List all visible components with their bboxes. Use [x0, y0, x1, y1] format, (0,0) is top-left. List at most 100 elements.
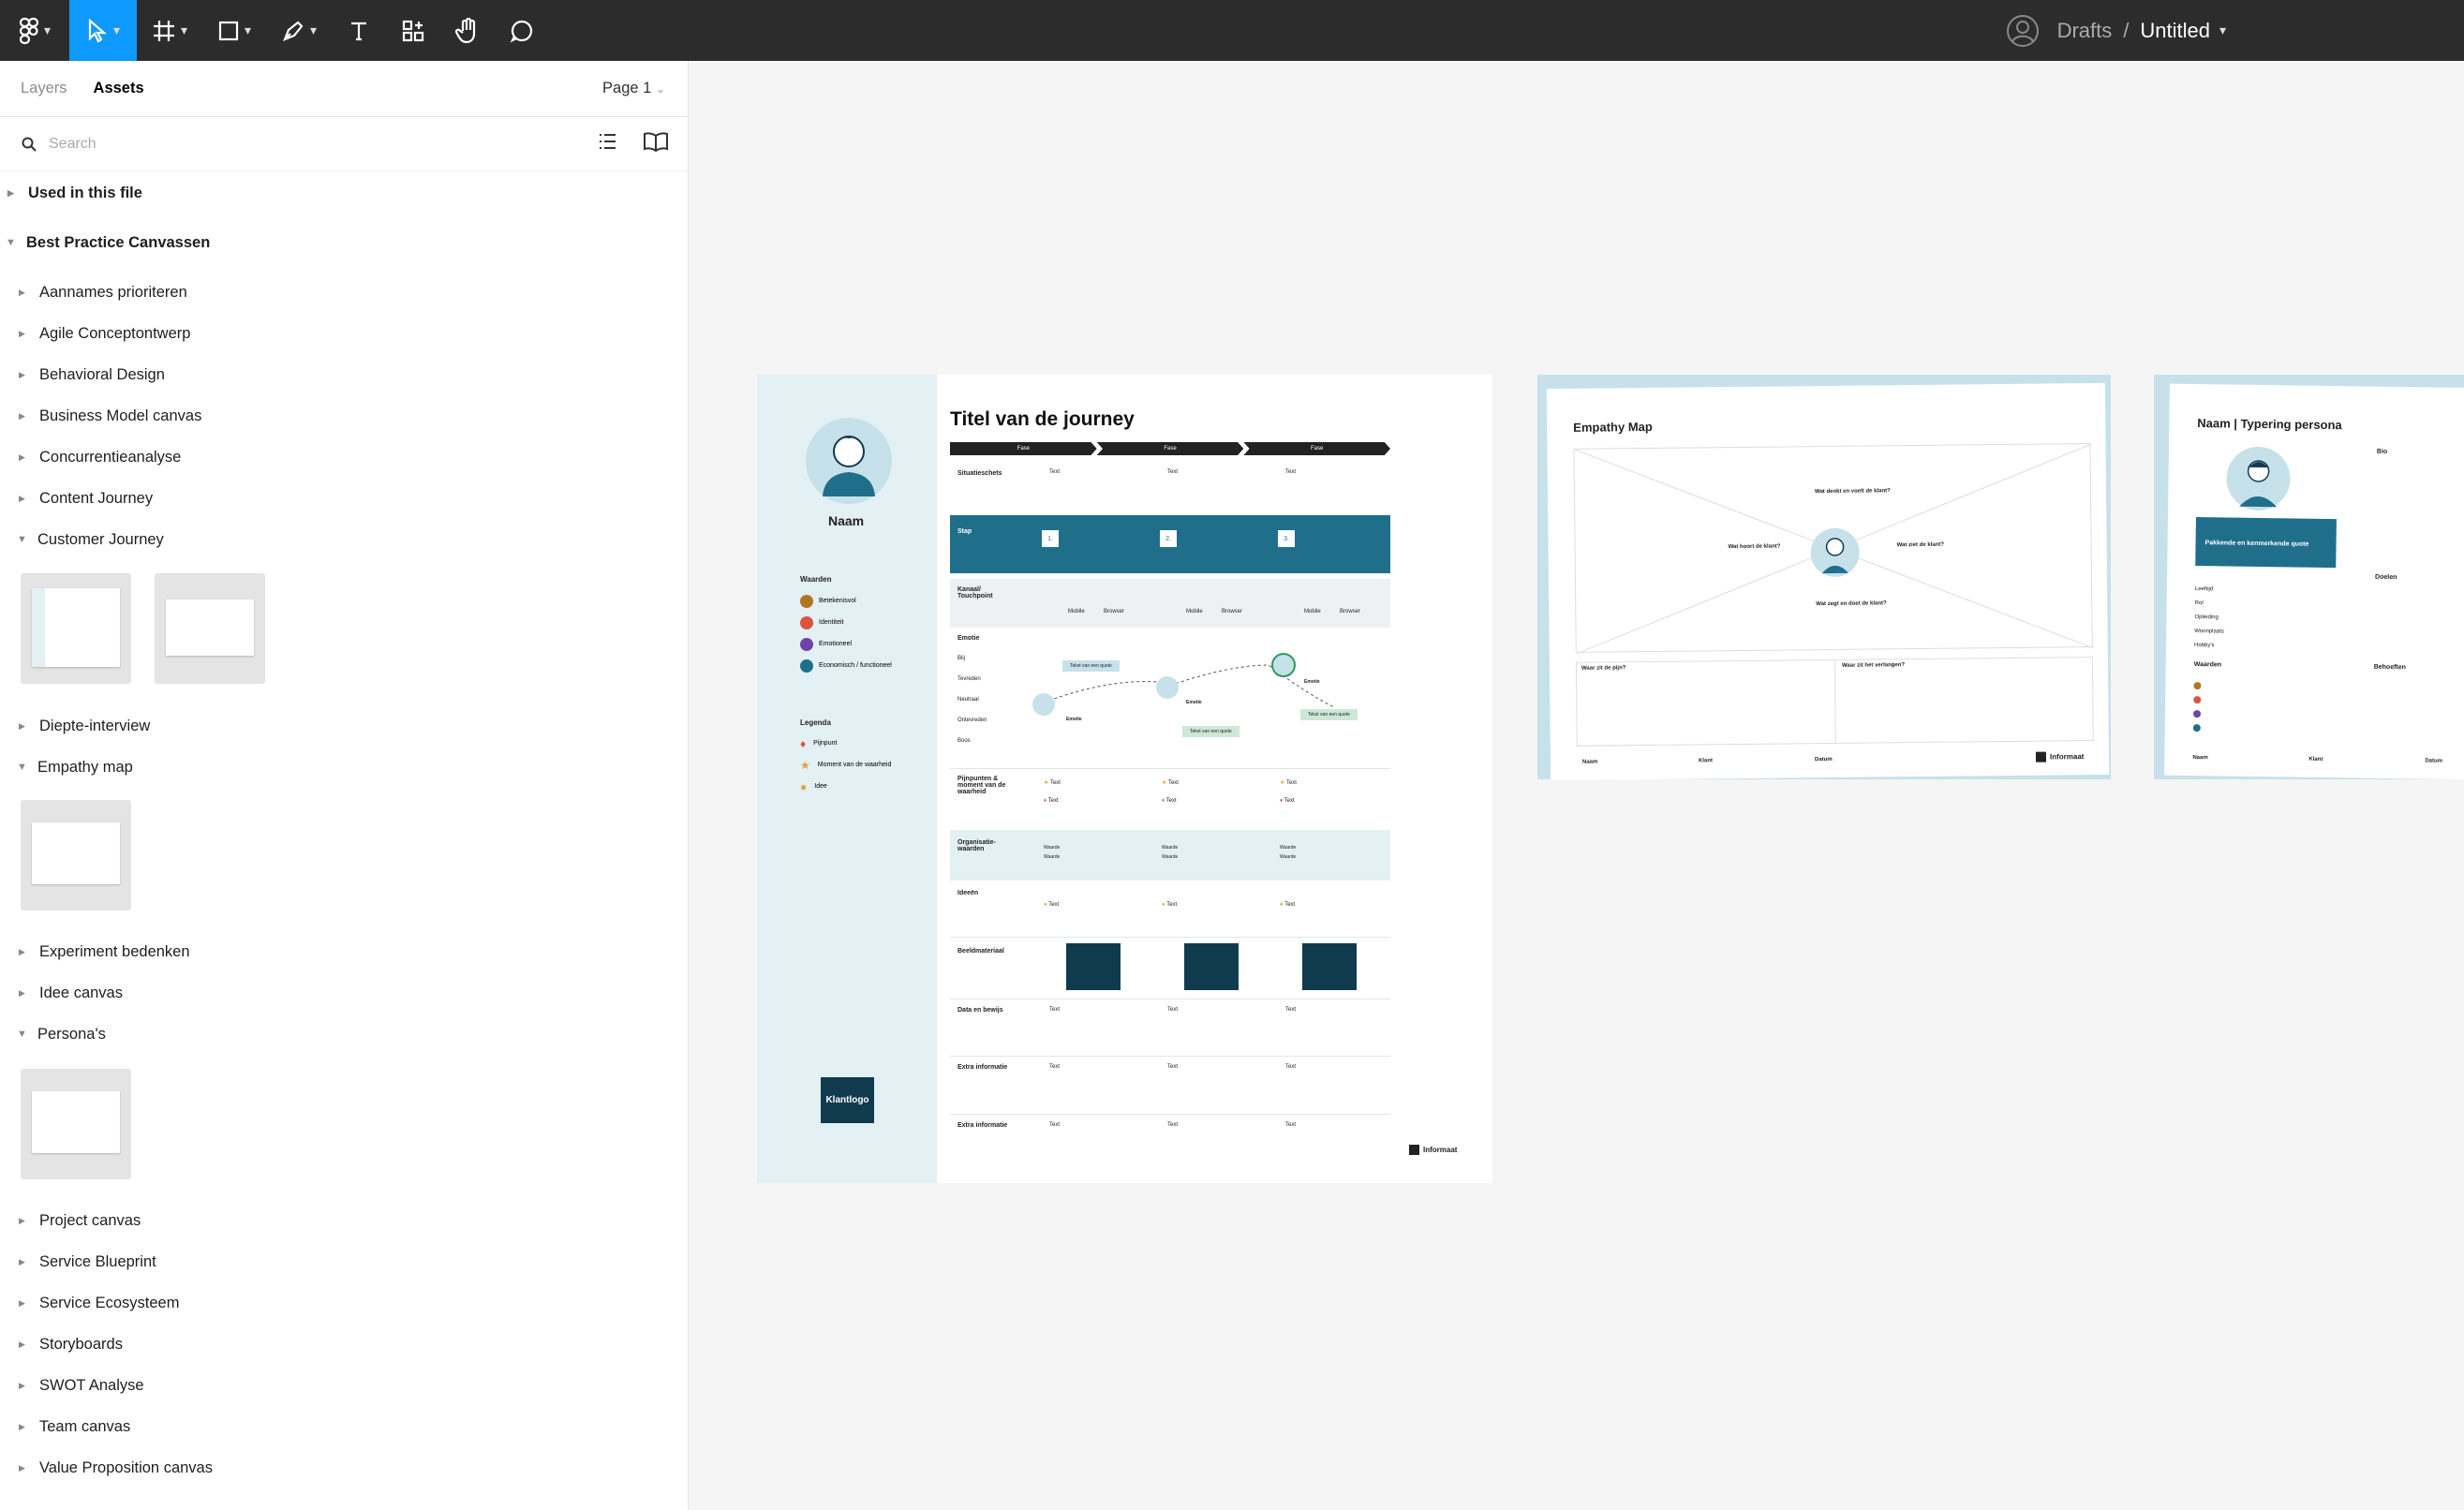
resources-icon: [402, 20, 424, 41]
list-item-label: Aannames prioriteren: [39, 283, 187, 301]
row-label: Data en bewijs: [957, 1007, 1003, 1014]
divider: [950, 937, 1390, 938]
waarde-item: Economisch / functioneel: [800, 655, 892, 676]
channel-label: Browser: [1222, 609, 1243, 614]
thumbnail-preview: [32, 588, 120, 667]
pain-label: Waar zit de pijn?: [1581, 665, 1626, 672]
list-item[interactable]: ▶ Project canvas: [19, 1207, 141, 1235]
file-title[interactable]: Untitled: [2140, 19, 2210, 43]
list-item[interactable]: ▶ Aannames prioriteren: [19, 278, 187, 306]
resources-tool-button[interactable]: [386, 0, 440, 61]
list-item[interactable]: ▼ Persona's: [17, 1020, 106, 1048]
list-item[interactable]: ▶ Value Proposition canvas: [19, 1454, 213, 1482]
user-avatar-icon[interactable]: [2005, 13, 2041, 49]
frame-tool-button[interactable]: ▾: [137, 0, 202, 61]
list-item[interactable]: ▼ Customer Journey: [17, 526, 164, 554]
persona-name: Naam: [828, 513, 865, 528]
component-thumbnail[interactable]: [155, 573, 265, 684]
emotie-tag: Emotie: [1066, 717, 1082, 722]
caret-right-icon: ▶: [7, 187, 14, 198]
list-item[interactable]: ▶ Behavioral Design: [19, 361, 165, 389]
lightbulb-icon: ●: [1044, 902, 1047, 908]
list-item[interactable]: ▼ Empathy map: [17, 753, 133, 781]
comment-tool-button[interactable]: [495, 0, 549, 61]
caret-right-icon: ▶: [19, 987, 25, 998]
text-icon: [351, 22, 366, 40]
legenda-item: ● Idee: [800, 776, 891, 797]
footer-field: Klant: [2308, 756, 2323, 762]
row-label: Extra informatie: [957, 1064, 1008, 1071]
list-item[interactable]: ▶ Concurrentieanalyse: [19, 443, 181, 471]
list-item[interactable]: ▶ Agile Conceptontwerp: [19, 319, 190, 348]
row-label: Extra informatie: [957, 1122, 1008, 1129]
star-icon: ★: [1280, 780, 1285, 786]
legenda-list: ♦ Pijnpunt ★ Moment van de waarheid ● Idee: [800, 733, 891, 797]
phase-bar: Fase Fase Fase: [950, 442, 1391, 455]
list-item[interactable]: ▶ Service Ecosysteem: [19, 1289, 179, 1317]
component-thumbnail[interactable]: [21, 800, 131, 910]
shape-tool-button[interactable]: ▾: [202, 0, 266, 61]
caret-right-icon: ▶: [19, 1339, 25, 1349]
list-item[interactable]: ▶ Diepte-interview: [19, 712, 150, 740]
cell-text: Text: [1167, 469, 1179, 475]
page-selector[interactable]: Page 1 ⌄: [602, 80, 665, 97]
search-row: [0, 117, 688, 171]
list-item[interactable]: ▶ Storyboards: [19, 1330, 123, 1358]
tab-assets[interactable]: Assets: [94, 80, 144, 97]
list-item[interactable]: ▶ Business Model canvas: [19, 402, 201, 430]
waarde-label: Betekenisvol: [819, 598, 856, 604]
main-menu-button[interactable]: ▾: [0, 0, 69, 61]
move-tool-button[interactable]: ▾: [69, 0, 137, 61]
lightbulb-icon: ●: [1280, 902, 1284, 908]
field-label: Woonplaats: [2194, 629, 2224, 635]
chevron-down-icon[interactable]: ▾: [2219, 22, 2226, 38]
cell-text-label: Text: [1166, 902, 1178, 908]
list-item-label: Project canvas: [39, 1211, 141, 1229]
list-item[interactable]: ▶ Service Blueprint: [19, 1248, 156, 1276]
tab-layers[interactable]: Layers: [21, 80, 67, 97]
list-item[interactable]: ▶ Team canvas: [19, 1413, 130, 1441]
component-thumbnail[interactable]: [21, 1069, 131, 1179]
hand-tool-button[interactable]: [440, 0, 495, 61]
list-item[interactable]: ▶ SWOT Analyse: [19, 1371, 144, 1399]
field-label: Leeftijd: [2194, 586, 2214, 593]
search-input[interactable]: [49, 135, 517, 153]
empathy-map-frame[interactable]: Empathy Map Wat denkt en voelt de klant?…: [1537, 375, 2111, 781]
thumbnail-preview: [166, 600, 254, 656]
list-item[interactable]: ▶ Experiment bedenken: [19, 938, 190, 966]
breadcrumb-separator: /: [2123, 18, 2130, 42]
waarde-item: Betekenisvol: [800, 590, 892, 612]
list-item-label: Concurrentieanalyse: [39, 448, 182, 466]
journey-frame[interactable]: Naam Waarden Betekenisvol Identiteit Emo…: [757, 375, 1492, 1183]
drafts-link[interactable]: Drafts: [2057, 19, 2113, 43]
gain-label: Waar zit het verlangen?: [1841, 662, 1906, 669]
row-label: Kanaal/ Touchpoint: [957, 586, 993, 600]
legenda-item: ★ Moment van de waarheid: [800, 754, 891, 776]
color-dot: [800, 594, 813, 608]
list-item[interactable]: ▶ Content Journey: [19, 484, 153, 512]
cursor-icon: [88, 18, 107, 43]
chevron-down-icon: ▾: [244, 22, 252, 37]
persona-frame[interactable]: Naam | Typering persona Pakkende en kenm…: [2154, 375, 2464, 780]
caret-down-icon: ▼: [17, 1029, 27, 1040]
used-in-file-section[interactable]: ▶ Used in this file: [7, 179, 142, 207]
cell-text: Text: [1049, 1122, 1061, 1128]
component-thumbnail[interactable]: [21, 573, 131, 684]
list-item[interactable]: ▶ Idee canvas: [19, 979, 123, 1007]
library-section[interactable]: ▼ Best Practice Canvassen: [6, 229, 210, 257]
emotie-tag: Emotie: [1186, 700, 1202, 705]
org-value: Waarde: [1044, 854, 1061, 860]
cell-text-label: Text: [1284, 902, 1296, 908]
brand-mark-icon: [1409, 1145, 1419, 1155]
text-tool-button[interactable]: [332, 0, 386, 61]
org-values-cell: Waarde Waarde: [1044, 843, 1060, 862]
field-label: Hobby's: [2193, 643, 2215, 649]
library-book-icon[interactable]: [643, 130, 669, 153]
cell-text-label: Text: [1285, 780, 1297, 786]
caret-right-icon: ▶: [19, 1462, 25, 1473]
list-view-icon[interactable]: [596, 130, 618, 153]
quadrant-question: Wat ziet de klant?: [1896, 541, 1945, 549]
design-canvas[interactable]: Naam Waarden Betekenisvol Identiteit Emo…: [690, 61, 2464, 1510]
pen-tool-button[interactable]: ▾: [266, 0, 332, 61]
persona-waarden-dots: [2192, 682, 2202, 733]
